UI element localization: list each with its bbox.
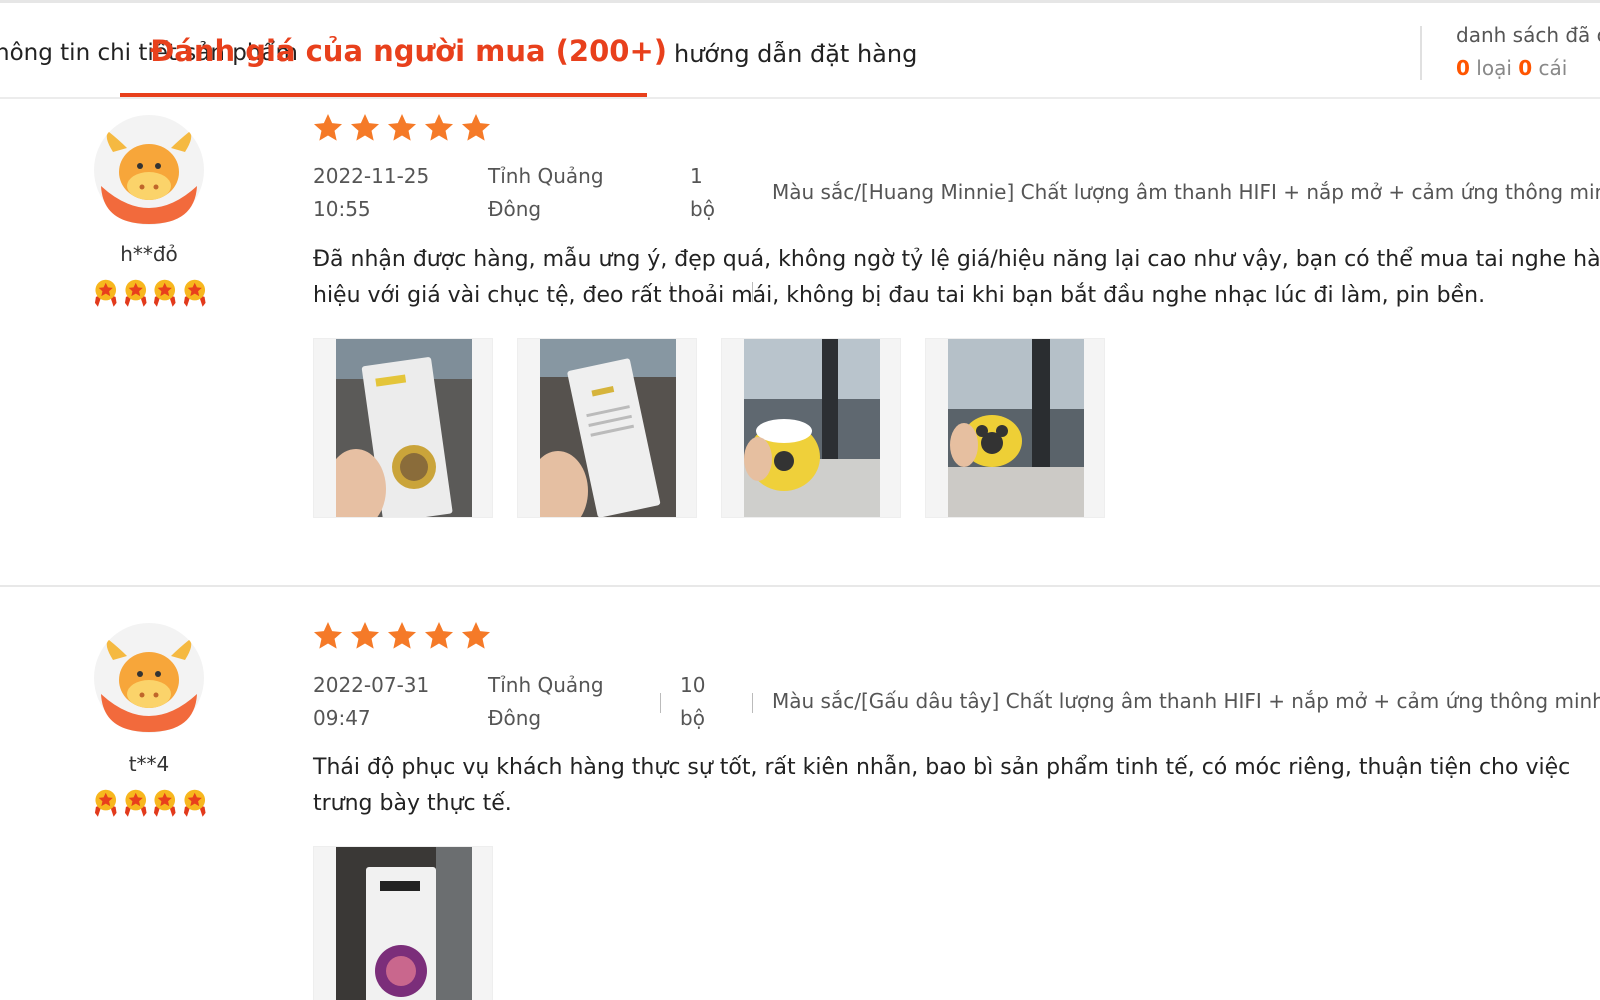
- rating-stars: [312, 112, 492, 144]
- items-count: 0: [1518, 56, 1533, 80]
- review-text: Thái độ phục vụ khách hàng thực sự tốt, …: [313, 755, 1571, 816]
- top-divider: [0, 0, 1600, 3]
- meta-divider: [660, 693, 661, 713]
- review-date: 2022-11-25: [313, 164, 430, 188]
- star-icon: [349, 112, 381, 144]
- medal-icon: [151, 278, 179, 308]
- reviewer-level-medals: [92, 278, 208, 308]
- review-item: t**4 2022-07-31 09:47 Tỉnh Quảng Đông 10…: [0, 588, 1600, 1000]
- selected-list-title[interactable]: danh sách đã chọn: [1456, 23, 1600, 47]
- purchase-quantity: 1 bộ: [690, 160, 730, 226]
- review-datetime: 2022-07-31 09:47: [313, 669, 463, 735]
- medal-icon: [122, 788, 150, 818]
- star-icon: [386, 620, 418, 652]
- location-line-2: Đông: [488, 197, 542, 221]
- review-divider: [0, 585, 1600, 587]
- reviewer-name: h**đỏ: [120, 242, 178, 266]
- star-icon: [423, 620, 455, 652]
- mickey-box-photo-icon: [336, 847, 472, 1000]
- review-text: Đã nhận được hàng, mẫu ưng ý, đẹp quá, k…: [313, 247, 1600, 308]
- medal-icon: [92, 788, 120, 818]
- review-photo[interactable]: [517, 338, 697, 518]
- types-count: 0: [1456, 56, 1470, 80]
- review-item: h**đỏ 2022-11-25 10:55 Tỉnh Quảng Đông 1…: [0, 100, 1600, 586]
- star-icon: [386, 112, 418, 144]
- tab-order-guide[interactable]: hướng dẫn đặt hàng: [674, 40, 917, 68]
- location-line-2: Đông: [488, 706, 542, 730]
- quantity-number: 1: [690, 164, 703, 188]
- review-location: Tỉnh Quảng Đông: [488, 669, 628, 735]
- quantity-unit: bộ: [680, 706, 705, 730]
- meta-divider: [752, 693, 753, 713]
- selected-list-count: 0 loại 0 cái: [1456, 56, 1567, 80]
- medal-icon: [181, 278, 209, 308]
- star-icon: [312, 112, 344, 144]
- review-photo[interactable]: [925, 338, 1105, 518]
- star-icon: [460, 112, 492, 144]
- review-photo[interactable]: [313, 338, 493, 518]
- star-icon: [423, 112, 455, 144]
- review-date: 2022-07-31: [313, 673, 430, 697]
- minnie-case-photo-icon: [948, 339, 1084, 517]
- review-datetime: 2022-11-25 10:55: [313, 160, 463, 226]
- quantity-unit: bộ: [690, 197, 715, 221]
- star-icon: [460, 620, 492, 652]
- product-page: thông tin chi tiết sản phẩm Đánh giá của…: [0, 0, 1600, 1000]
- location-line-1: Tỉnh Quảng: [488, 673, 604, 697]
- medal-icon: [181, 788, 209, 818]
- reviewer-level-medals: [92, 788, 208, 818]
- tab-bar: thông tin chi tiết sản phẩm Đánh giá của…: [0, 0, 1600, 100]
- tab-bar-divider: [0, 97, 1600, 99]
- product-variant: Màu sắc/[Gấu dâu tây] Chất lượng âm than…: [772, 689, 1600, 713]
- review-time: 09:47: [313, 706, 371, 730]
- review-photo[interactable]: [313, 846, 493, 1000]
- star-icon: [312, 620, 344, 652]
- earbuds-box-front-photo-icon: [336, 339, 472, 517]
- purchase-quantity: 10 bộ: [680, 669, 720, 735]
- medal-icon: [151, 788, 179, 818]
- review-photo[interactable]: [721, 338, 901, 518]
- medal-icon: [122, 278, 150, 308]
- cart-divider: [1420, 26, 1422, 80]
- medal-icon: [92, 278, 120, 308]
- star-icon: [349, 620, 381, 652]
- items-label: cái: [1538, 56, 1568, 80]
- tab-buyer-reviews[interactable]: Đánh giá của người mua (200+): [150, 34, 667, 68]
- quantity-number: 10: [680, 673, 706, 697]
- review-location: Tỉnh Quảng Đông: [488, 160, 628, 226]
- user-avatar-icon[interactable]: [93, 114, 205, 226]
- review-time: 10:55: [313, 197, 371, 221]
- rating-stars: [312, 620, 492, 652]
- user-avatar-icon[interactable]: [93, 622, 205, 734]
- earbuds-box-back-photo-icon: [540, 339, 676, 517]
- types-label: loại: [1476, 56, 1512, 80]
- open-minnie-case-photo-icon: [744, 339, 880, 517]
- reviewer-name: t**4: [128, 752, 170, 776]
- product-variant: Màu sắc/[Huang Minnie] Chất lượng âm tha…: [772, 180, 1600, 204]
- location-line-1: Tỉnh Quảng: [488, 164, 604, 188]
